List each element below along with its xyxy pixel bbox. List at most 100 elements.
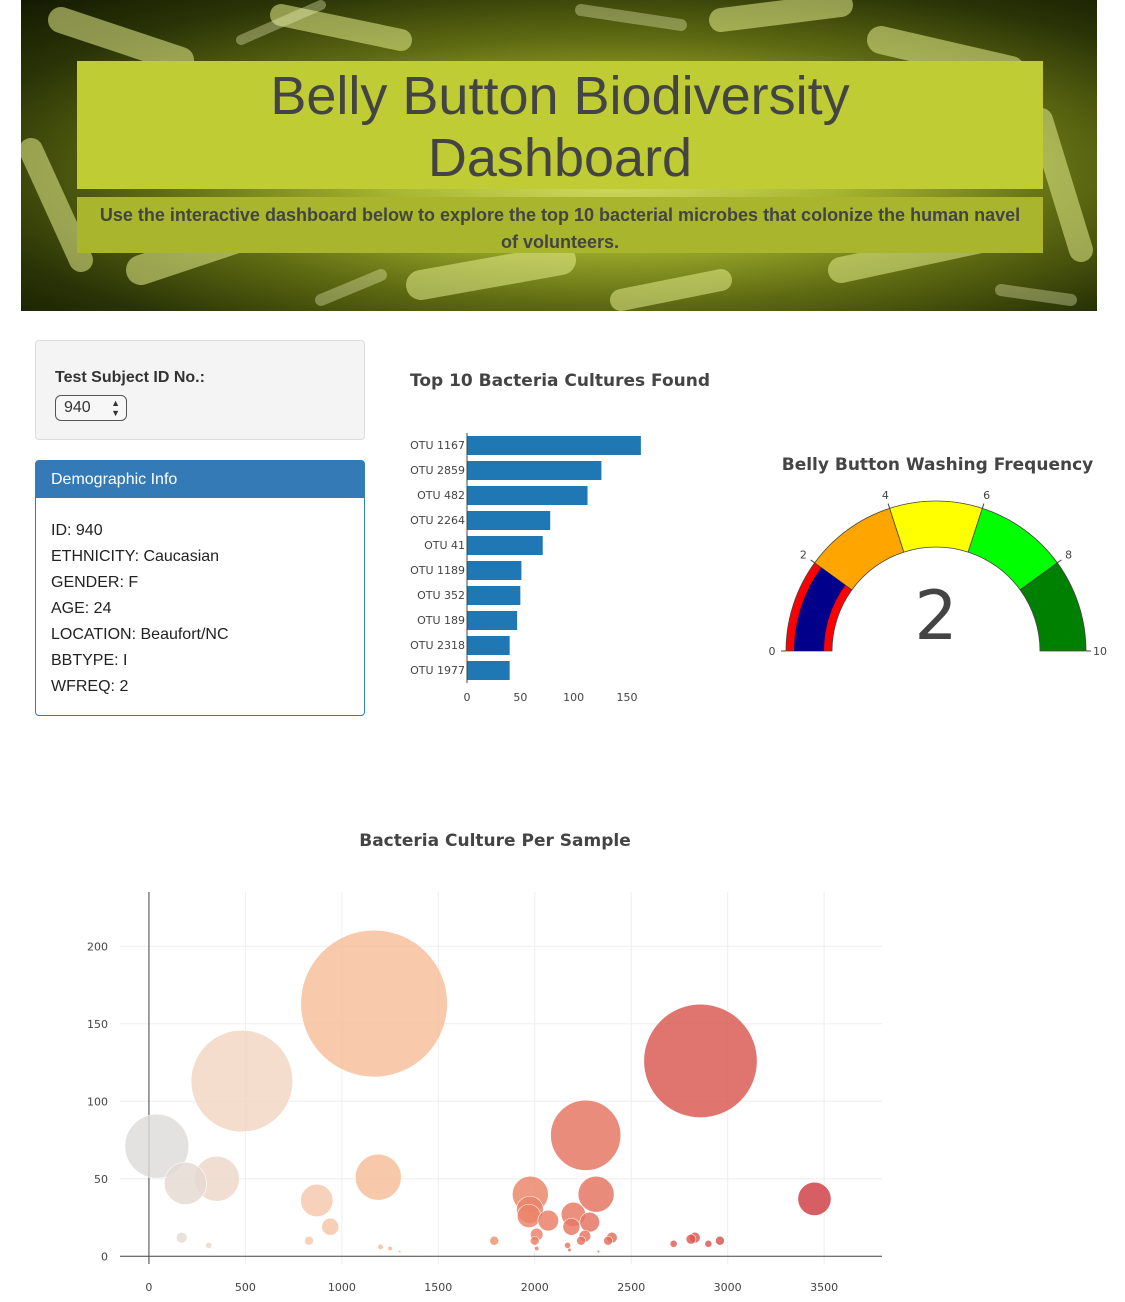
bubble[interactable] <box>564 1241 572 1249</box>
gauge-tick <box>887 503 891 509</box>
bar-category-label: OTU 2318 <box>410 639 465 652</box>
bubble[interactable] <box>377 1243 384 1250</box>
bar-x-tick-label: 150 <box>617 691 638 704</box>
bar[interactable] <box>467 486 588 505</box>
bubble[interactable] <box>205 1241 213 1249</box>
bar-category-label: OTU 1977 <box>410 664 465 677</box>
bubble[interactable] <box>190 1029 294 1133</box>
bubble-y-tick-label: 0 <box>101 1250 108 1263</box>
hero-banner: Belly Button Biodiversity Dashboard Use … <box>21 0 1097 311</box>
bar[interactable] <box>467 661 510 680</box>
bubble[interactable] <box>163 1161 207 1205</box>
bar-category-label: OTU 1167 <box>410 439 465 452</box>
demographic-panel: Demographic Info ID: 940 ETHNICITY: Cauc… <box>35 460 365 716</box>
select-stepper-icon: ▲ ▼ <box>111 398 120 418</box>
bubble[interactable] <box>304 1235 314 1246</box>
bubble[interactable] <box>321 1217 340 1236</box>
bubble[interactable] <box>715 1235 725 1246</box>
bubble[interactable] <box>534 1245 540 1252</box>
bubble[interactable] <box>387 1245 393 1252</box>
bar-category-label: OTU 2264 <box>410 514 465 527</box>
bubble[interactable] <box>579 1211 600 1233</box>
demographic-panel-heading: Demographic Info <box>36 461 364 498</box>
bar[interactable] <box>467 436 641 455</box>
subject-id-select[interactable]: 940 ▲ ▼ <box>55 395 127 421</box>
bubble[interactable] <box>489 1235 500 1246</box>
bubble[interactable] <box>355 1153 402 1201</box>
bubble-x-tick-label: 3000 <box>714 1281 742 1294</box>
bubble[interactable] <box>596 1249 601 1254</box>
page-title-line-2: Dashboard <box>427 128 693 188</box>
bar[interactable] <box>467 636 510 655</box>
bar[interactable] <box>467 586 521 605</box>
subject-id-label: Test Subject ID No.: <box>55 369 205 386</box>
bubble-x-tick-label: 2000 <box>521 1281 549 1294</box>
bubble[interactable] <box>300 929 448 1078</box>
bubble[interactable] <box>562 1217 581 1236</box>
demo-gender: GENDER: F <box>51 574 139 591</box>
bar-category-label: OTU 2859 <box>410 464 465 477</box>
bubble[interactable] <box>797 1181 832 1216</box>
demo-bbtype: BBTYPE: I <box>51 652 128 669</box>
bubble-y-tick-label: 200 <box>87 940 108 953</box>
subtitle-band: Use the interactive dashboard below to e… <box>77 197 1043 253</box>
bubble-x-tick-label: 1500 <box>424 1281 452 1294</box>
bar-x-tick-label: 50 <box>513 691 527 704</box>
bar-category-label: OTU 189 <box>417 614 465 627</box>
title-band: Belly Button Biodiversity Dashboard <box>77 61 1043 189</box>
bubble[interactable] <box>685 1233 697 1245</box>
bubble[interactable] <box>300 1183 334 1217</box>
page-title: Belly Button Biodiversity Dashboard <box>77 65 1043 189</box>
bubble[interactable] <box>398 1249 402 1254</box>
gauge-tick <box>810 559 815 564</box>
bar-category-label: OTU 1189 <box>410 564 465 577</box>
gauge-tick-label: 0 <box>769 645 776 658</box>
bar-category-label: OTU 352 <box>417 589 465 602</box>
demo-wfreq: WFREQ: 2 <box>51 678 129 695</box>
bar[interactable] <box>467 511 551 530</box>
bubble[interactable] <box>529 1235 540 1246</box>
bacteria-bubble-chart[interactable]: 0 500 1000 1500 2000 2500 3000 3500 0 50 100 150 200 <box>60 880 910 1302</box>
bar-x-tick-label: 0 <box>464 691 471 704</box>
demo-age: AGE: 24 <box>51 600 112 617</box>
bubble-x-tick-label: 0 <box>145 1281 152 1294</box>
bubble[interactable] <box>516 1203 541 1228</box>
bubble[interactable] <box>643 1003 758 1118</box>
bubble[interactable] <box>577 1175 615 1213</box>
top10-bar-chart[interactable]: OTU 1167 OTU 2859 OTU 482 OTU 2264 OTU 41 OTU… <box>390 425 690 705</box>
gauge-tick <box>1057 559 1062 564</box>
washing-frequency-gauge[interactable]: 0 2 4 6 8 10 2 <box>740 475 1125 675</box>
demo-ethnicity: ETHNICITY: Caucasian <box>51 548 220 565</box>
gauge-step <box>889 500 983 553</box>
gauge-tick-label: 10 <box>1093 645 1107 658</box>
bar-category-label: OTU 41 <box>424 539 465 552</box>
bubble[interactable] <box>550 1099 622 1171</box>
subject-id-value: 940 <box>64 399 91 416</box>
bar[interactable] <box>467 461 602 480</box>
bubble[interactable] <box>537 1209 559 1232</box>
bubble-x-tick-label: 1000 <box>328 1281 356 1294</box>
bubble-x-tick-label: 2500 <box>617 1281 645 1294</box>
demo-id: ID: 940 <box>51 522 103 539</box>
bubble[interactable] <box>567 1247 572 1253</box>
bar[interactable] <box>467 536 543 555</box>
bar-category-label: OTU 482 <box>417 489 465 502</box>
bubble-chart-title: Bacteria Culture Per Sample <box>359 831 631 851</box>
bar[interactable] <box>467 611 518 630</box>
bubble[interactable] <box>603 1235 613 1246</box>
bar-x-tick-label: 100 <box>563 691 584 704</box>
bar[interactable] <box>467 561 522 580</box>
bar-chart-title: Top 10 Bacteria Cultures Found <box>409 371 710 391</box>
gauge-value-number: 2 <box>914 577 957 656</box>
bubble[interactable] <box>176 1231 188 1244</box>
bubble-y-tick-label: 100 <box>87 1095 108 1108</box>
demo-location: LOCATION: Beaufort/NC <box>51 626 229 643</box>
page-title-line-1: Belly Button Biodiversity <box>270 66 850 126</box>
gauge-tick-label: 4 <box>882 489 889 502</box>
bubble[interactable] <box>576 1235 586 1246</box>
bubble[interactable] <box>669 1239 678 1248</box>
bubble-y-tick-label: 50 <box>94 1173 108 1186</box>
bubble[interactable] <box>704 1239 713 1248</box>
gauge-title: Belly Button Washing Frequency <box>781 455 1094 475</box>
gauge-tick-label: 6 <box>983 489 990 502</box>
